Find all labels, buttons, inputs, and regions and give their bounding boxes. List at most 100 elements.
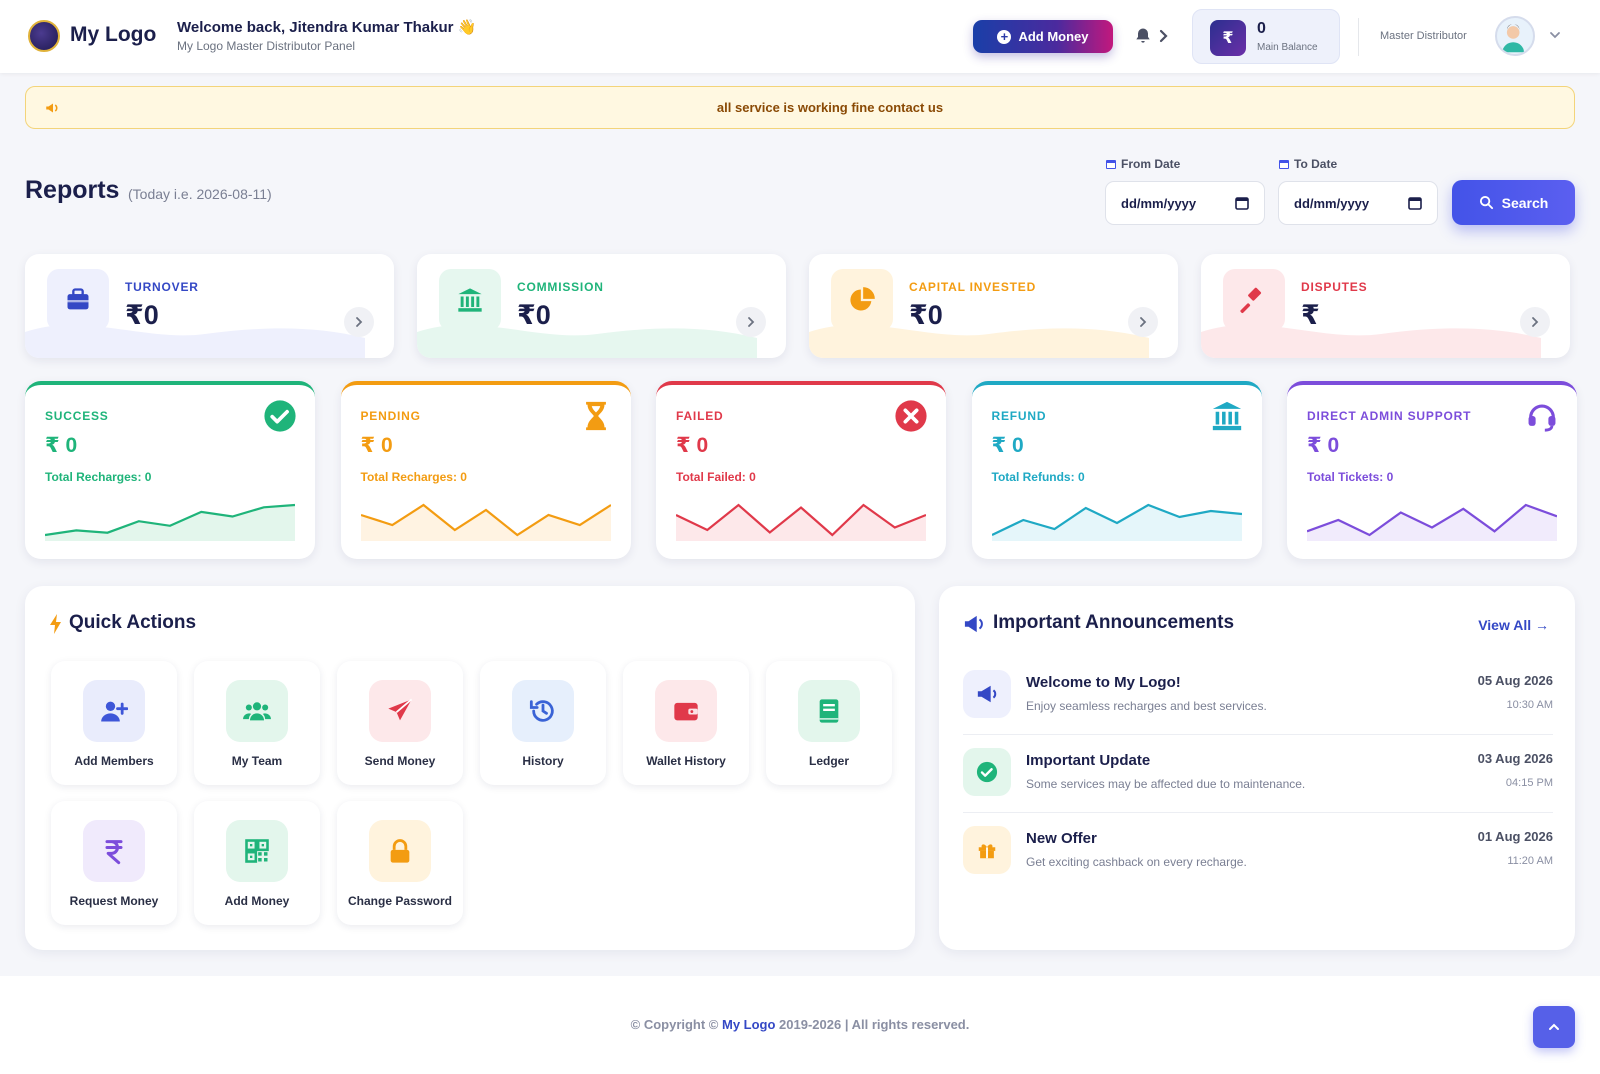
- calendar-icon: [1279, 160, 1289, 169]
- announcement-item[interactable]: Welcome to My Logo! Enjoy seamless rechar…: [963, 666, 1553, 744]
- quick-action-ledger[interactable]: Ledger: [766, 661, 892, 785]
- logo-text[interactable]: My Logo: [70, 23, 156, 47]
- sparkline-chart: [991, 503, 1242, 541]
- quick-action-label: Add Money: [224, 894, 290, 908]
- sparkline-chart: [676, 503, 926, 541]
- gift-icon: [963, 826, 1011, 874]
- to-date-input[interactable]: dd/mm/yyyy: [1278, 181, 1438, 225]
- chevron-up-icon: [1549, 1023, 1559, 1030]
- announcement-time: 11:20 AM: [1507, 855, 1553, 867]
- quick-actions-title: Quick Actions: [69, 612, 197, 633]
- to-date-label-text: To Date: [1294, 157, 1338, 171]
- quick-action-change-password[interactable]: Change Password: [337, 801, 463, 925]
- to-date-value: dd/mm/yyyy: [1294, 196, 1370, 211]
- status-card-refund[interactable]: REFUND ₹ 0 Total Refunds: 0: [971, 381, 1262, 559]
- status-subtext: Total Recharges: 0: [360, 470, 467, 484]
- status-subtext: Total Refunds: 0: [991, 470, 1085, 484]
- status-value: ₹ 0: [1307, 434, 1340, 457]
- bank-icon: [439, 269, 501, 331]
- status-value: ₹ 0: [360, 434, 393, 457]
- status-label: SUCCESS: [45, 409, 109, 423]
- copyright-suffix: 2019-2026 | All rights reserved.: [775, 1017, 970, 1032]
- chevron-right-icon: [1532, 317, 1539, 327]
- announcement-title: Important Update: [1026, 752, 1151, 769]
- stat-arrow-button[interactable]: [344, 307, 374, 337]
- user-role: Master Distributor: [1380, 30, 1467, 42]
- gavel-icon: [1223, 269, 1285, 331]
- calendar-picker-icon[interactable]: [1408, 196, 1422, 210]
- announcement-title: New Offer: [1026, 830, 1097, 847]
- announcements-title: Important Announcements: [993, 612, 1235, 633]
- check-circle-icon: [963, 748, 1011, 796]
- stat-arrow-button[interactable]: [1128, 307, 1158, 337]
- announcement-divider: [963, 734, 1553, 735]
- sparkline-chart: [1307, 503, 1557, 541]
- status-value: ₹ 0: [45, 434, 78, 457]
- status-card-failed[interactable]: FAILED ₹ 0 Total Failed: 0: [656, 381, 946, 559]
- bank-icon: [1210, 399, 1244, 433]
- announcement-time: 04:15 PM: [1505, 777, 1553, 789]
- status-value: ₹ 0: [991, 434, 1024, 457]
- logo-icon[interactable]: [28, 20, 60, 52]
- quick-action-label: Change Password: [347, 894, 453, 908]
- lock-icon: [369, 820, 431, 882]
- stat-card-capital-invested[interactable]: CAPITAL INVESTED ₹0: [809, 254, 1178, 358]
- welcome-message: Welcome back, Jitendra Kumar Thakur 👋: [177, 19, 477, 36]
- avatar-illustration-icon: [1502, 24, 1524, 53]
- from-date-value: dd/mm/yyyy: [1121, 196, 1197, 211]
- quick-action-add-members[interactable]: Add Members: [51, 661, 177, 785]
- stat-label: CAPITAL INVESTED: [909, 280, 1037, 294]
- announcement-description: Some services may be affected due to mai…: [1026, 777, 1306, 791]
- stat-card-turnover[interactable]: TURNOVER ₹0: [25, 254, 394, 358]
- announcement-date: 01 Aug 2026: [1477, 829, 1553, 844]
- add-money-label: Add Money: [1018, 29, 1089, 44]
- avatar[interactable]: [1495, 16, 1535, 56]
- panel-subtitle: My Logo Master Distributor Panel: [177, 39, 356, 53]
- notice-text: all service is working fine contact us: [716, 100, 944, 115]
- announcement-item[interactable]: Important Update Some services may be aff…: [963, 744, 1553, 822]
- add-money-button[interactable]: + Add Money: [973, 20, 1113, 53]
- copyright-brand-link[interactable]: My Logo: [722, 1017, 775, 1032]
- bell-icon[interactable]: [1133, 26, 1153, 46]
- x-circle-icon: [894, 399, 928, 433]
- to-date-label: To Date: [1278, 157, 1337, 171]
- quick-action-send-money[interactable]: Send Money: [337, 661, 463, 785]
- from-date-input[interactable]: dd/mm/yyyy: [1105, 181, 1265, 225]
- quick-action-wallet-history[interactable]: Wallet History: [623, 661, 749, 785]
- megaphone-icon: [963, 670, 1011, 718]
- stat-arrow-button[interactable]: [736, 307, 766, 337]
- stat-label: COMMISSION: [517, 280, 604, 294]
- announcement-description: Get exciting cashback on every recharge.: [1026, 855, 1247, 869]
- quick-action-add-money[interactable]: Add Money: [194, 801, 320, 925]
- stat-card-disputes[interactable]: DISPUTES ₹: [1201, 254, 1570, 358]
- history-icon: [512, 680, 574, 742]
- announcements-panel: Important Announcements View All → Welco…: [939, 586, 1575, 950]
- status-label: DIRECT ADMIN SUPPORT: [1307, 409, 1472, 423]
- chevron-right-icon[interactable]: [1157, 26, 1171, 46]
- search-icon: [1479, 195, 1493, 210]
- main-balance-widget[interactable]: ₹ 0 Main Balance: [1192, 9, 1340, 64]
- quick-action-request-money[interactable]: Request Money: [51, 801, 177, 925]
- from-date-label: From Date: [1105, 157, 1180, 171]
- search-label: Search: [1501, 194, 1549, 211]
- announcement-item[interactable]: New Offer Get exciting cashback on every …: [963, 822, 1553, 900]
- quick-action-my-team[interactable]: My Team: [194, 661, 320, 785]
- status-card-direct-admin-support[interactable]: DIRECT ADMIN SUPPORT ₹ 0 Total Tickets: 0: [1287, 381, 1577, 559]
- status-card-success[interactable]: SUCCESS ₹ 0 Total Recharges: 0: [25, 381, 315, 559]
- wallet-icon: [655, 680, 717, 742]
- copyright-prefix: © Copyright ©: [630, 1017, 722, 1032]
- scroll-to-top-button[interactable]: [1533, 1006, 1575, 1048]
- stat-card-commission[interactable]: COMMISSION ₹0: [417, 254, 786, 358]
- briefcase-icon: [47, 269, 109, 331]
- quick-action-history[interactable]: History: [480, 661, 606, 785]
- stat-arrow-button[interactable]: [1520, 307, 1550, 337]
- chevron-down-icon[interactable]: [1548, 28, 1562, 42]
- search-button[interactable]: Search: [1452, 180, 1575, 225]
- notice-banner: all service is working fine contact us: [25, 86, 1575, 129]
- status-card-pending[interactable]: PENDING ₹ 0 Total Recharges: 0: [340, 381, 631, 559]
- calendar-picker-icon[interactable]: [1235, 196, 1249, 210]
- hourglass-icon: [579, 399, 613, 433]
- status-subtext: Total Failed: 0: [676, 470, 756, 484]
- view-all-link[interactable]: View All →: [1478, 617, 1549, 633]
- announcement-date: 05 Aug 2026: [1477, 673, 1553, 688]
